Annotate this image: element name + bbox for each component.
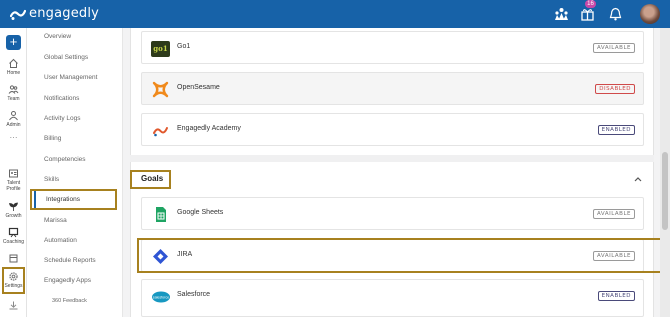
integration-card-opensesame[interactable]: OpenSesame DISABLED (141, 72, 644, 105)
team-network-icon[interactable] (554, 7, 569, 21)
opensesame-logo-icon (152, 81, 169, 98)
brand-logo[interactable]: engagedly (10, 6, 99, 21)
team-icon (8, 85, 19, 94)
jira-highlight (137, 238, 670, 273)
nav-calendar[interactable] (0, 253, 27, 264)
coaching-icon (8, 227, 19, 238)
status-badge: AVAILABLE (593, 43, 635, 53)
admin-icon (9, 111, 18, 121)
settings-highlight (2, 267, 25, 294)
integrations-highlight (30, 189, 117, 210)
top-bar (0, 0, 670, 28)
menu-engagedly-apps[interactable]: Engagedly Apps (44, 277, 91, 284)
more-icon: ··· (9, 133, 18, 142)
add-button[interactable]: + (6, 35, 21, 50)
nav-home[interactable]: Home (0, 58, 27, 76)
integration-card-google-sheets[interactable]: Google Sheets AVAILABLE (141, 197, 644, 230)
bell-icon[interactable] (608, 7, 623, 21)
menu-schedule-reports[interactable]: Schedule Reports (44, 257, 96, 264)
integration-name: Go1 (177, 43, 191, 50)
menu-activity-logs[interactable]: Activity Logs (44, 115, 81, 122)
svg-text:salesforce: salesforce (153, 296, 169, 300)
integration-name: Engagedly Academy (177, 125, 241, 132)
integration-name: Google Sheets (177, 209, 224, 216)
nav-admin[interactable]: Admin (0, 110, 27, 128)
nav-more[interactable]: ··· (0, 133, 27, 142)
integration-name: Salesforce (177, 291, 211, 298)
home-icon (9, 58, 18, 68)
calendar-icon (9, 254, 18, 263)
status-badge: AVAILABLE (593, 209, 635, 219)
brand-name: engagedly (29, 6, 100, 21)
menu-billing[interactable]: Billing (44, 135, 61, 142)
google-sheets-logo-icon (156, 207, 166, 222)
menu-overview[interactable]: Overview (44, 33, 71, 40)
profile-icon (9, 169, 18, 178)
integration-card-go1[interactable]: go1 Go1 AVAILABLE (141, 31, 644, 64)
gift-icon[interactable] (580, 7, 595, 21)
menu-global-settings[interactable]: Global Settings (44, 54, 88, 61)
chevron-up-icon[interactable] (634, 176, 642, 182)
nav-talent-profile[interactable]: Talent Profile (0, 168, 27, 192)
engagedly-academy-logo-icon (153, 127, 168, 137)
menu-user-management[interactable]: User Management (44, 74, 97, 81)
integration-name: OpenSesame (177, 84, 220, 91)
status-badge: DISABLED (595, 84, 635, 94)
menu-360-feedback[interactable]: 360 Feedback (52, 298, 87, 304)
goals-highlight (130, 170, 171, 189)
menu-automation[interactable]: Automation (44, 237, 77, 244)
notification-badge: 16 (585, 0, 596, 8)
status-badge: ENABLED (597, 125, 635, 135)
integration-card-salesforce[interactable]: salesforce Salesforce ENABLED (141, 279, 644, 317)
user-avatar[interactable] (640, 4, 660, 24)
menu-competencies[interactable]: Competencies (44, 156, 86, 163)
engagedly-logo-icon (10, 9, 26, 20)
menu-marissa[interactable]: Marissa (44, 217, 67, 224)
nav-coaching[interactable]: Coaching (0, 227, 27, 245)
scrollbar-thumb[interactable] (662, 152, 668, 230)
nav-growth[interactable]: Growth (0, 201, 27, 219)
nav-team[interactable]: Team (0, 84, 27, 102)
settings-menu (27, 28, 123, 317)
menu-notifications[interactable]: Notifications (44, 95, 79, 102)
integration-card-engagedly-academy[interactable]: Engagedly Academy ENABLED (141, 113, 644, 146)
status-badge: ENABLED (597, 291, 635, 301)
growth-icon (9, 202, 18, 211)
salesforce-logo-icon: salesforce (152, 291, 170, 303)
download-icon (9, 301, 18, 310)
nav-download[interactable] (0, 300, 27, 311)
section-divider (130, 155, 654, 162)
menu-skills[interactable]: Skills (44, 176, 59, 183)
go1-logo-icon: go1 (151, 41, 170, 57)
